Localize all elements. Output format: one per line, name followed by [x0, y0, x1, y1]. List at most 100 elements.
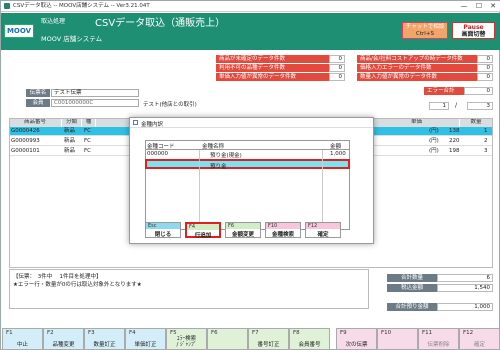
warn-label-3: 単価入力値が異常のデータ件数 — [216, 73, 329, 81]
page-separator: / — [455, 102, 458, 109]
page-current: 1 — [429, 102, 449, 110]
f7-edit-number-button[interactable]: F7 番号訂正 — [248, 328, 289, 350]
title-bar: CSVデータ取込 -- MOOV店舗システム -- Ver3.21.04T — … — [1, 1, 500, 12]
moov-logo: MOOV — [4, 24, 34, 38]
message-line-1: 【伝票： 3件中 1件目を処理中】 — [13, 274, 102, 280]
f3-edit-qty-button[interactable]: F3 数量訂正 — [84, 328, 125, 350]
button-label: 閉じる — [154, 232, 172, 238]
button-label: 中止 — [16, 342, 28, 348]
button-label: 伝票削除 — [427, 342, 450, 348]
dialog-row-code: 000000 — [147, 151, 168, 157]
total-amount-value: 1,540 — [437, 284, 493, 292]
member-code-field[interactable]: C001000000C — [51, 99, 139, 107]
error-total-label: エラー合計 — [424, 87, 464, 95]
error-total-value: 0 — [464, 87, 493, 95]
minimize-button[interactable]: — — [457, 1, 471, 12]
button-label: 金種検索 — [271, 232, 294, 238]
total-qty-value: 6 — [437, 274, 493, 282]
dialog-row-name: 預り金(現金) — [210, 153, 242, 159]
button-label: 数量訂正 — [93, 342, 116, 348]
key-label: F3 — [88, 330, 95, 336]
button-label: ｴﾗｰ検索 / ｼﾞｬﾝﾌﾟ — [176, 336, 197, 348]
f12-confirm-button[interactable]: F12 確定 — [459, 328, 500, 350]
warn-value-2: 0 — [329, 64, 345, 72]
window-title: CSVデータ取込 -- MOOV店舗システム -- Ver3.21.04T — [13, 3, 150, 9]
warn-value-4: 0 — [477, 55, 493, 63]
f4-edit-price-button[interactable]: F4 単価訂正 — [125, 328, 166, 350]
f5-error-search-button[interactable]: F5 ｴﾗｰ検索 / ｼﾞｬﾝﾌﾟ — [166, 328, 207, 350]
key-label: F7 — [252, 330, 259, 336]
warn-label-4: 商品/会/社料コストアップの時データ件数 — [357, 55, 477, 63]
key-label: F10 — [381, 330, 392, 336]
close-button[interactable]: ✕ — [486, 1, 500, 12]
button-label: 会員番号 — [298, 342, 321, 348]
dialog-confirm-button[interactable]: F12 確定 — [305, 222, 341, 238]
warn-value-1: 0 — [329, 55, 345, 63]
dialog-col-divider — [322, 150, 323, 230]
key-label: Esc — [146, 223, 180, 229]
page-total: 3 — [467, 102, 493, 110]
f8-member-number-button[interactable]: F8 会員番号 — [289, 328, 330, 350]
slip-name-field[interactable]: テスト伝票 — [51, 89, 139, 97]
member-label: 会員 — [26, 99, 50, 107]
dialog-row-name: 預り金 — [210, 164, 227, 170]
dialog-titlebar: 金種内訳 — [130, 118, 373, 128]
button-label: 確定 — [317, 232, 329, 238]
key-label: F8 — [293, 330, 300, 336]
warn-label-5: 価格入力エラーのデータ件数 — [357, 64, 477, 72]
key-label: F12 — [306, 223, 340, 229]
warn-value-6: 0 — [477, 73, 493, 81]
dialog-row-amount: 1,000 — [330, 151, 346, 157]
key-label: F2 — [47, 330, 54, 336]
key-label: F10 — [266, 223, 300, 229]
dialog-col-divider — [199, 150, 200, 230]
button-label: 品種変更 — [52, 342, 75, 348]
button-label: 次の伝票 — [345, 342, 368, 348]
button-label: 行追加 — [194, 233, 212, 239]
button-label: 単価訂正 — [134, 342, 157, 348]
mode-label: 取込処理 — [41, 18, 66, 25]
dialog-row-selected[interactable]: 預り金 — [145, 159, 350, 170]
f11-delete-slip-button[interactable]: F11 伝票削除 — [418, 328, 459, 350]
warn-label-2: 判用不可の品種データ件数 — [216, 64, 329, 72]
dialog-change-amount-button[interactable]: F6 金額変更 — [225, 222, 261, 238]
total-amount-label: 税込金額 — [387, 284, 437, 292]
dialog-search-button[interactable]: F10 金種検索 — [265, 222, 301, 238]
button-label: 金額変更 — [231, 232, 254, 238]
button-label: 確定 — [473, 342, 485, 348]
f10-button[interactable]: F10 — [377, 328, 418, 350]
pause-sub-label: 画面切替 — [461, 31, 486, 38]
button-label: 番号訂正 — [257, 342, 280, 348]
warn-value-3: 0 — [329, 73, 345, 81]
system-name: MOOV 店舗システム — [41, 35, 103, 43]
key-label: F12 — [463, 330, 474, 336]
dialog-icon — [133, 120, 138, 125]
chat-button-shortcut: Ctrl+S — [416, 31, 434, 37]
f6-button[interactable]: F6 — [207, 328, 248, 350]
total-deposit-label: 合計預り金額 — [387, 303, 437, 311]
pause-label: Pause — [463, 24, 484, 31]
key-label: F1 — [6, 330, 13, 336]
key-label: F9 — [340, 330, 347, 336]
warn-label-6: 数量入力値が異常のデータ件数 — [357, 73, 477, 81]
maximize-button[interactable]: ☐ — [472, 1, 486, 12]
key-label: F6 — [226, 223, 260, 229]
dialog-title: 金種内訳 — [141, 122, 164, 128]
dialog-close-button[interactable]: Esc 閉じる — [145, 222, 181, 238]
chat-consult-button[interactable]: チャットで相談 Ctrl+S — [402, 22, 448, 39]
warn-label-1: 商品が未確定のデータ件数 — [216, 55, 329, 63]
pause-button[interactable]: Pause 画面切替 — [452, 22, 495, 39]
key-label: F4 — [187, 224, 219, 230]
f2-change-kind-button[interactable]: F2 品種変更 — [43, 328, 84, 350]
message-line-2: ★エラー行・数量が0の行は取込対象外となります★ — [13, 282, 142, 288]
f9-next-slip-button[interactable]: F9 次の伝票 — [336, 328, 377, 350]
message-box: 【伝票： 3件中 1件目を処理中】 ★エラー行・数量が0の行は取込対象外となりま… — [9, 269, 369, 309]
dialog-row[interactable]: 000000 預り金(現金) 1,000 — [145, 150, 350, 159]
dialog-add-row-button[interactable]: F4 行追加 — [185, 222, 221, 239]
key-label: F6 — [211, 330, 218, 336]
warn-value-5: 0 — [477, 64, 493, 72]
member-name: テスト(他店との取引) — [143, 102, 197, 108]
key-label: F4 — [129, 330, 136, 336]
chat-button-label: チャットで相談 — [405, 24, 445, 30]
f1-cancel-button[interactable]: F1 中止 — [2, 328, 43, 350]
